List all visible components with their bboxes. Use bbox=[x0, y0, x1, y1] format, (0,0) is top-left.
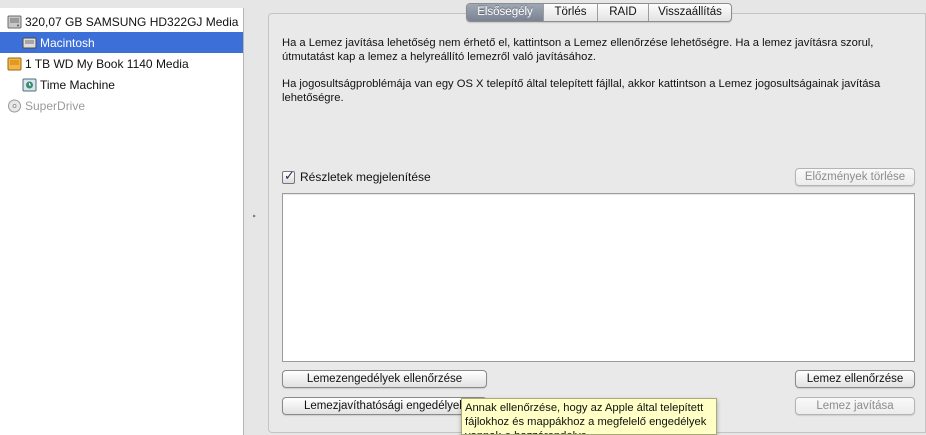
tab-restore[interactable]: Visszaállítás bbox=[649, 4, 731, 21]
split-view-handle[interactable]: ‣ bbox=[252, 213, 257, 221]
sidebar-item-wd-disk[interactable]: 1 TB WD My Book 1140 Media bbox=[0, 53, 243, 74]
repair-disk-button[interactable]: Lemez javítása bbox=[795, 397, 915, 415]
internal-disk-icon bbox=[7, 15, 22, 28]
clear-history-button[interactable]: Előzmények törlése bbox=[795, 168, 915, 186]
optical-drive-icon bbox=[8, 99, 21, 112]
sidebar-item-label: Time Machine bbox=[40, 77, 115, 92]
sidebar-item-label: Macintosh bbox=[40, 35, 95, 50]
repair-permissions-button[interactable]: Lemezjavíthatósági engedélyek bbox=[282, 397, 487, 415]
sidebar-item-time-machine[interactable]: Time Machine bbox=[0, 74, 243, 95]
tooltip: Annak ellenőrzése, hogy az Apple által t… bbox=[461, 398, 717, 435]
info-text-permissions: Ha jogosultságproblémája van egy OS X te… bbox=[282, 78, 881, 104]
verify-permissions-button[interactable]: Lemezengedélyek ellenőrzése bbox=[282, 370, 487, 388]
details-log-area[interactable] bbox=[282, 193, 915, 362]
details-checkbox[interactable]: ✓ bbox=[282, 167, 295, 184]
sidebar-item-label: SuperDrive bbox=[25, 98, 86, 113]
volume-icon bbox=[22, 37, 37, 48]
time-machine-volume-icon bbox=[22, 78, 37, 91]
sidebar-item-label: 1 TB WD My Book 1140 Media bbox=[25, 56, 189, 71]
disk-sidebar[interactable]: 320,07 GB SAMSUNG HD322GJ Media Macintos… bbox=[0, 8, 244, 435]
tab-raid[interactable]: RAID bbox=[598, 4, 649, 21]
sidebar-item-samsung-disk[interactable]: 320,07 GB SAMSUNG HD322GJ Media bbox=[0, 11, 243, 32]
details-checkbox-row[interactable]: ✓ Részletek megjelenítése bbox=[282, 167, 431, 184]
tab-bar: Elsősegély Törlés RAID Visszaállítás bbox=[466, 3, 732, 22]
sidebar-item-label: 320,07 GB SAMSUNG HD322GJ Media bbox=[25, 14, 239, 29]
details-checkbox-label: Részletek megjelenítése bbox=[300, 170, 431, 184]
info-text-repair: Ha a Lemez javítása lehetőség nem érhető… bbox=[282, 37, 874, 63]
external-disk-icon bbox=[7, 57, 22, 70]
sidebar-item-macintosh[interactable]: Macintosh bbox=[0, 32, 243, 53]
tab-erase[interactable]: Törlés bbox=[544, 4, 598, 21]
sidebar-item-superdrive[interactable]: SuperDrive bbox=[0, 95, 243, 116]
tab-first-aid[interactable]: Elsősegély bbox=[467, 4, 544, 21]
verify-disk-button[interactable]: Lemez ellenőrzése bbox=[795, 370, 915, 388]
checkmark-icon: ✓ bbox=[284, 167, 295, 183]
